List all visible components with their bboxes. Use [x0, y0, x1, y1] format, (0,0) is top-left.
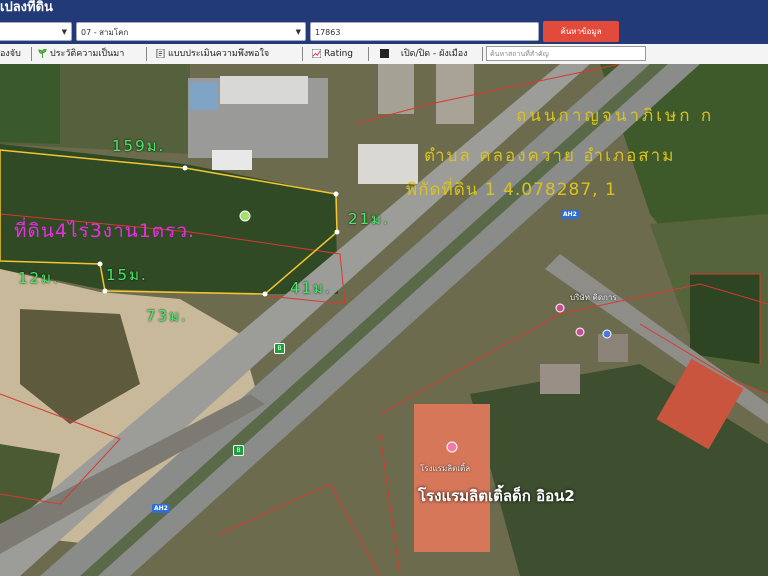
divider [302, 47, 303, 61]
chevron-down-icon: ▼ [61, 28, 67, 36]
measurement-15m: 15ม. [106, 266, 148, 284]
divider [368, 47, 369, 61]
page-title: เปลงที่ดิน [0, 0, 53, 15]
road-name-overlay: ถนนกาญจนาภิเษก ก [516, 106, 715, 126]
district-select[interactable]: 07 - สามโคก ▼ [76, 22, 306, 41]
page: เปลงที่ดิน ▼ 07 - สามโคก ▼ 17863 ค้นหาข้… [0, 0, 768, 576]
checkbox-icon [380, 49, 389, 58]
bus-stop-icon[interactable]: B [274, 343, 285, 354]
divider [482, 47, 483, 61]
parcel-number-input[interactable]: 17863 [310, 22, 539, 41]
rating-menu-item[interactable]: Rating [312, 44, 353, 64]
survey-menu-label: แบบประเมินความพึงพอใจ [168, 49, 270, 59]
route-shield: AH2 [561, 210, 579, 219]
divider [146, 47, 147, 61]
document-icon [156, 49, 165, 58]
poi-label-1: บริษัท คิดการ [570, 293, 617, 302]
chevron-down-icon: ▼ [295, 28, 301, 36]
hotel-name-label: โรงแรมลิตเติ้ลด็ก อิอน2 [418, 487, 575, 505]
rating-menu-label: Rating [324, 49, 354, 59]
history-menu-item[interactable]: ประวัติความเป็นมา [38, 44, 124, 64]
measurement-41m: 41ม. [290, 279, 332, 297]
bus-stop-icon[interactable]: B [233, 445, 244, 456]
toolbar-item-1[interactable]: องจับ [0, 44, 21, 64]
chart-icon [312, 49, 321, 58]
measurement-159m: 159ม. [112, 137, 166, 155]
land-size-label: ที่ดิน4ไร่3งาน1ตรว. [14, 220, 196, 242]
divider [31, 47, 32, 61]
sprout-icon [38, 49, 47, 58]
zoning-toggle-label: เปิด/ปิด - ผังเมือง [400, 49, 468, 59]
zoning-toggle[interactable]: เปิด/ปิด - ผังเมือง [380, 44, 468, 64]
search-button[interactable]: ค้นหาข้อมูล [543, 21, 619, 42]
history-menu-label: ประวัติความเป็นมา [50, 49, 125, 59]
measurement-12m: 12ม. [18, 269, 60, 287]
subdistrict-overlay: ตำบล คลองควาย อำเภอสาม [424, 146, 676, 166]
survey-menu-item[interactable]: แบบประเมินความพึงพอใจ [156, 44, 269, 64]
measurement-73m: 73ม. [146, 307, 188, 325]
place-search-input[interactable]: ค้นหาสถานที่สำคัญ [486, 46, 646, 61]
measurement-21m: 21ม. [348, 210, 390, 228]
province-select[interactable]: ▼ [0, 22, 72, 41]
coordinate-overlay: พิกัดที่ดิน 1 4.078287, 1 [406, 180, 617, 200]
parcel-number-value: 17863 [315, 28, 341, 37]
satellite-map[interactable]: 159ม. 21ม. 12ม. 15ม. 41ม. 73ม. ที่ดิน4ไร… [0, 64, 768, 576]
header-bar: เปลงที่ดิน ▼ 07 - สามโคก ▼ 17863 ค้นหาข้… [0, 0, 768, 44]
toolbar: องจับ ประวัติความเป็นมา แบบประเมินความพึ… [0, 44, 768, 65]
poi-label-2: โรงแรมลิตเติ้ล [420, 464, 471, 473]
toolbar-item-1-label: องจับ [0, 49, 21, 59]
district-select-value: 07 - สามโคก [81, 28, 129, 37]
route-shield: AH2 [152, 504, 170, 513]
